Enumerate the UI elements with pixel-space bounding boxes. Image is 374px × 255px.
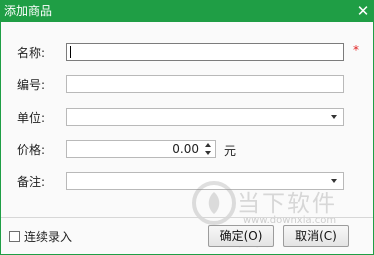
- price-currency: 元: [224, 144, 237, 158]
- footer-divider: [1, 217, 373, 218]
- price-stepper[interactable]: 0.00: [66, 140, 216, 158]
- name-input[interactable]: [66, 43, 344, 61]
- spin-buttons[interactable]: [204, 143, 212, 155]
- note-label: 备注:: [17, 175, 46, 189]
- title-bar: 添加商品 ✕: [0, 0, 374, 22]
- text-caret: [70, 46, 71, 58]
- window-title: 添加商品: [4, 4, 53, 18]
- ok-button[interactable]: 确定(O): [208, 225, 274, 247]
- name-label: 名称:: [17, 46, 46, 60]
- chevron-down-icon: [331, 115, 337, 119]
- note-select[interactable]: [66, 172, 344, 190]
- spin-down-icon[interactable]: [205, 151, 211, 155]
- form-panel: 名称: * 编号: 单位: 价格: 0.00 元 备注: 当下软件园 www.d…: [0, 22, 374, 255]
- unit-select[interactable]: [66, 108, 344, 126]
- unit-label: 单位:: [17, 111, 46, 125]
- code-input[interactable]: [66, 75, 344, 93]
- chevron-down-icon: [331, 179, 337, 183]
- price-value: 0.00: [172, 142, 199, 156]
- continuous-entry-option[interactable]: 连续录入: [9, 229, 73, 244]
- price-label: 价格:: [17, 143, 46, 157]
- close-icon[interactable]: ✕: [352, 0, 374, 22]
- continuous-entry-label: 连续录入: [24, 229, 73, 244]
- cancel-button[interactable]: 取消(C): [283, 225, 349, 247]
- continuous-entry-checkbox[interactable]: [9, 230, 20, 242]
- required-marker: *: [353, 43, 359, 57]
- code-label: 编号:: [17, 78, 46, 92]
- spin-up-icon[interactable]: [205, 143, 211, 147]
